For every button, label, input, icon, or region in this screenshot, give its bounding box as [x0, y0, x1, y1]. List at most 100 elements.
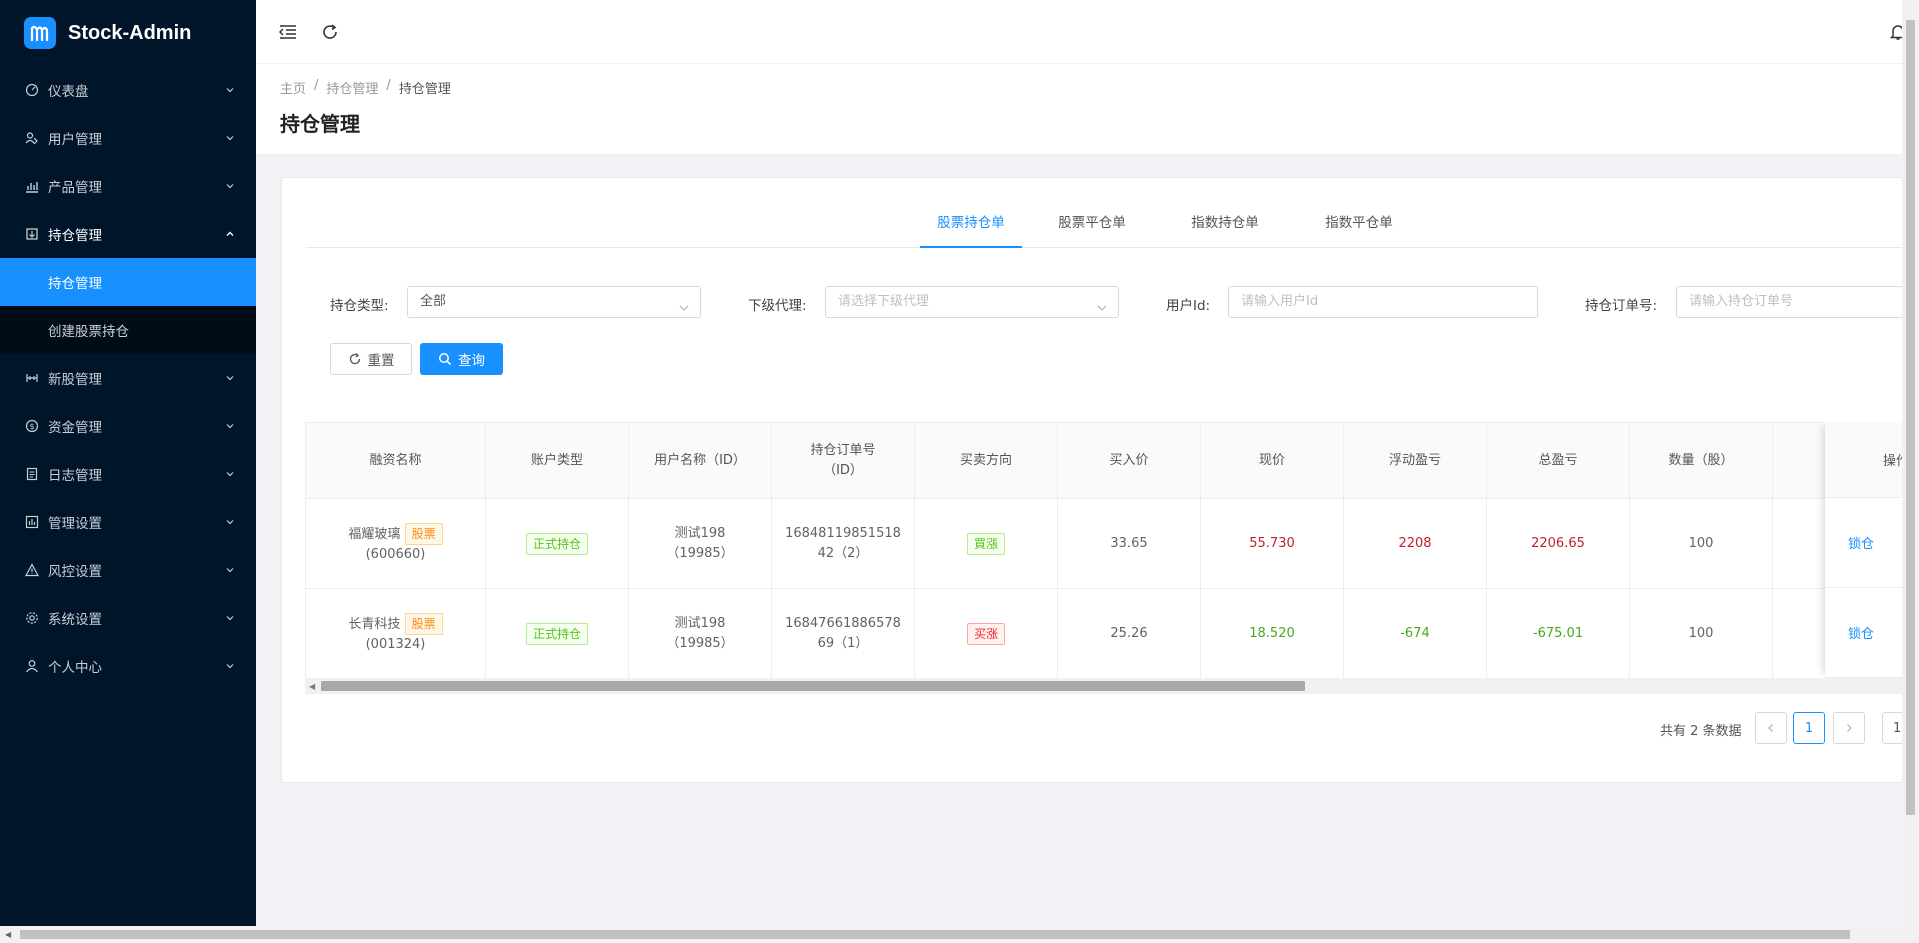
col-header-direction: 买卖方向 — [914, 422, 1058, 499]
content-card: 股票持仓单 股票平仓单 指数持仓单 指数平仓单 持仓类型: 全部 下级代理: 请… — [281, 177, 1919, 783]
cell-account: 正式持仓 — [485, 588, 629, 679]
col-header-account: 账户类型 — [485, 422, 629, 499]
stock-tag: 股票 — [404, 522, 443, 545]
chevron-left-icon — [1768, 724, 1773, 732]
order-no-input[interactable]: 请输入持仓订单号 — [1676, 286, 1919, 318]
sidebar-menu: 仪表盘 用户管理 产品管理 持仓管理 持仓管理 创建股票持仓 新股管理 $ 资金管理 日志管理 管理… — [0, 66, 256, 690]
vertical-scroll-thumb[interactable] — [1906, 20, 1915, 815]
logo[interactable]: Stock-Admin — [0, 0, 256, 66]
window-vertical-scrollbar[interactable] — [1902, 0, 1919, 926]
tab-index-closed[interactable]: 指数平仓单 — [1319, 208, 1399, 248]
cell-float-pl: -674 — [1343, 588, 1487, 679]
log-icon — [24, 466, 40, 482]
col-header-user: 用户名称（ID） — [628, 422, 772, 499]
sidebar-item-3[interactable]: 持仓管理 — [0, 210, 256, 258]
sidebar: Stock-Admin 仪表盘 用户管理 产品管理 持仓管理 持仓管理 创建股票持仓 新股管… — [0, 0, 256, 943]
gear-icon — [24, 610, 40, 626]
position-type-label: 持仓类型: — [330, 298, 389, 314]
cell-direction: 买涨 — [914, 588, 1058, 679]
direction-tag: 买涨 — [966, 622, 1005, 645]
reset-button[interactable]: 重置 — [330, 343, 412, 375]
chevron-down-icon — [224, 372, 236, 384]
table-row: 长青科技 股票 (001324) 正式持仓 测试198 （19985） 168476618… — [305, 588, 1916, 679]
chevron-down-icon — [224, 660, 236, 672]
sidebar-item-label: 新股管理 — [48, 372, 102, 388]
sidebar-item-2[interactable]: 产品管理 — [0, 162, 256, 210]
tab-stock-position[interactable]: 股票持仓单 — [920, 208, 1022, 248]
sidebar-item-6[interactable]: 日志管理 — [0, 450, 256, 498]
sidebar-item-8[interactable]: 风控设置 — [0, 546, 256, 594]
stock-name: 福耀玻璃 — [348, 526, 401, 542]
sidebar-item-1[interactable]: 用户管理 — [0, 114, 256, 162]
cell-name: 长青科技 股票 (001324) — [305, 588, 486, 679]
user-manage-icon — [24, 130, 40, 146]
sidebar-item-5[interactable]: $ 资金管理 — [0, 402, 256, 450]
sidebar-item-10[interactable]: 个人中心 — [0, 642, 256, 690]
sidebar-item-label: 系统设置 — [48, 612, 102, 628]
stock-tag: 股票 — [404, 612, 443, 635]
tab-index-position[interactable]: 指数持仓单 — [1185, 208, 1265, 248]
reset-icon — [348, 352, 362, 366]
page-1-button[interactable]: 1 — [1793, 712, 1825, 744]
breadcrumb-section[interactable]: 持仓管理 — [326, 78, 378, 97]
refresh-icon[interactable] — [318, 20, 342, 44]
sidebar-item-9[interactable]: 系统设置 — [0, 594, 256, 642]
sidebar-item-0[interactable]: 仪表盘 — [0, 66, 256, 114]
sidebar-item-label: 用户管理 — [48, 132, 102, 148]
cell-direction: 買漲 — [914, 498, 1058, 589]
position-type-select[interactable]: 全部 — [407, 286, 701, 318]
col-header-name: 融资名称 — [305, 422, 486, 499]
chevron-down-icon — [224, 132, 236, 144]
new-stock-icon — [24, 370, 40, 386]
cell-order: 16848119851518 42（2） — [771, 498, 915, 589]
cell-quantity: 100 — [1629, 588, 1773, 679]
menu-fold-icon[interactable] — [276, 20, 300, 44]
window-horizontal-scrollbar[interactable]: ◀ — [0, 926, 1919, 943]
manage-settings-icon — [24, 514, 40, 530]
horizontal-scroll-thumb[interactable] — [20, 930, 1850, 939]
lock-position-link[interactable]: 锁仓 — [1848, 623, 1874, 642]
tabs: 股票持仓单 股票平仓单 指数持仓单 指数平仓单 — [306, 208, 1919, 248]
prev-page-button[interactable] — [1755, 712, 1787, 744]
positions-table: 融资名称 账户类型 用户名称（ID） 持仓订单号（ID） 买卖方向 买入价 现价… — [305, 422, 1919, 688]
query-button[interactable]: 查询 — [420, 343, 503, 375]
chevron-down-icon — [224, 180, 236, 192]
submenu-item-0[interactable]: 持仓管理 — [0, 258, 256, 306]
table-header-row: 融资名称 账户类型 用户名称（ID） 持仓订单号（ID） 买卖方向 买入价 现价… — [305, 422, 1916, 499]
logo-icon — [24, 17, 56, 49]
sidebar-item-label: 风控设置 — [48, 564, 102, 580]
cell-quantity: 100 — [1629, 498, 1773, 589]
chevron-down-icon — [224, 84, 236, 96]
sidebar-item-label: 日志管理 — [48, 468, 102, 484]
lock-position-link[interactable]: 锁仓 — [1848, 533, 1874, 552]
sidebar-item-4[interactable]: 新股管理 — [0, 354, 256, 402]
cell-current-price: 18.520 — [1200, 588, 1344, 679]
cell-account: 正式持仓 — [485, 498, 629, 589]
submenu: 持仓管理 创建股票持仓 — [0, 258, 256, 354]
submenu-item-1[interactable]: 创建股票持仓 — [0, 306, 256, 354]
page-title: 持仓管理 — [280, 112, 360, 136]
agent-select[interactable]: 请选择下级代理 — [825, 286, 1119, 318]
cell-total-pl: 2206.65 — [1486, 498, 1630, 589]
sidebar-item-7[interactable]: 管理设置 — [0, 498, 256, 546]
col-header-order: 持仓订单号（ID） — [771, 422, 915, 499]
order-no-label: 持仓订单号: — [1585, 298, 1658, 314]
cell-float-pl: 2208 — [1343, 498, 1487, 589]
next-page-button[interactable] — [1833, 712, 1865, 744]
pagination-summary: 共有 2 条数据 — [1660, 724, 1742, 739]
dashboard-icon — [24, 82, 40, 98]
tab-stock-closed[interactable]: 股票平仓单 — [1052, 208, 1132, 248]
search-icon — [438, 352, 452, 366]
table-horizontal-scrollbar[interactable]: ◀ — [305, 678, 1919, 694]
cell-buy-price: 25.26 — [1057, 588, 1201, 679]
breadcrumb-home[interactable]: 主页 — [280, 78, 306, 97]
scroll-left-icon[interactable]: ◀ — [5, 930, 11, 939]
account-type-tag: 正式持仓 — [525, 532, 588, 555]
scrollbar-thumb[interactable] — [321, 681, 1305, 691]
scroll-left-icon[interactable]: ◀ — [309, 682, 315, 691]
app-name: Stock-Admin — [68, 21, 192, 44]
table-row: 福耀玻璃 股票 (600660) 正式持仓 测试198 （19985） 168481198… — [305, 498, 1916, 589]
chevron-down-icon — [224, 468, 236, 480]
user-id-input[interactable]: 请输入用户Id — [1228, 286, 1538, 318]
cell-user: 测试198 （19985） — [628, 588, 772, 679]
